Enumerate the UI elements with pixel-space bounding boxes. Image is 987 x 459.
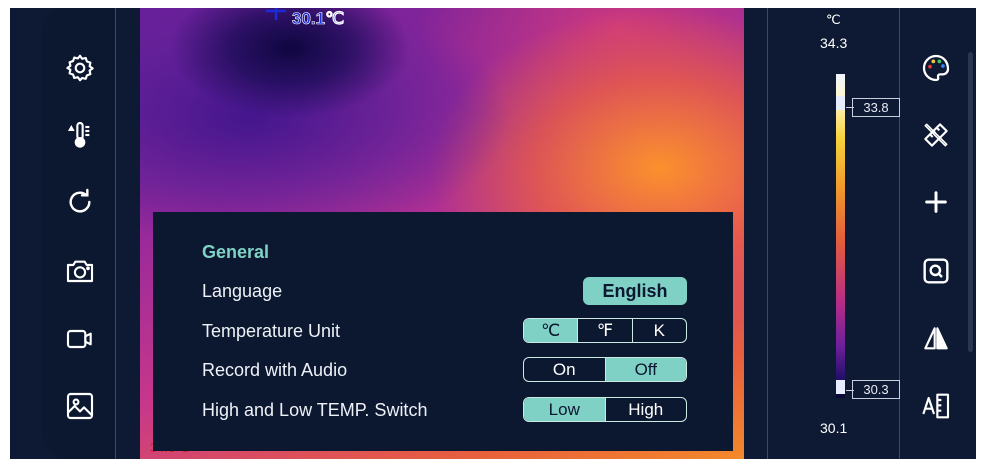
scale-max-value: 34.3 xyxy=(820,35,848,51)
range-option-high[interactable]: High xyxy=(604,398,687,421)
temp-range-toggle: Low High xyxy=(523,397,687,422)
cursor-temperature: 30.1℃ xyxy=(292,9,345,29)
settings-panel: General Language English Temperature Uni… xyxy=(153,212,733,451)
record-audio-label: Record with Audio xyxy=(202,360,348,380)
temperature-unit-label: Temperature Unit xyxy=(202,321,341,341)
lower-range-handle[interactable] xyxy=(836,380,845,394)
refresh-icon[interactable] xyxy=(62,184,98,220)
gallery-icon[interactable] xyxy=(62,388,98,424)
video-record-icon[interactable] xyxy=(62,321,98,357)
scale-unit: ℃ xyxy=(826,12,841,27)
text-overlay-icon[interactable] xyxy=(918,388,954,424)
range-option-low[interactable]: Low xyxy=(524,398,605,421)
camera-icon[interactable] xyxy=(62,253,98,289)
temperature-scale-panel: ℃ 34.3 33.8 30.3 30.1 xyxy=(767,8,900,459)
lower-range-value: 30.3 xyxy=(852,380,900,399)
audio-option-on[interactable]: On xyxy=(524,358,605,381)
record-audio-toggle: On Off xyxy=(523,357,687,382)
mirror-flip-icon[interactable] xyxy=(918,321,954,357)
language-select-button[interactable]: English xyxy=(583,277,687,305)
right-toolbar xyxy=(901,8,976,459)
temperature-alarm-icon[interactable] xyxy=(62,117,98,153)
cursor-crosshair-icon xyxy=(266,8,286,20)
section-title: General xyxy=(202,242,270,262)
scale-min-value: 30.1 xyxy=(820,420,848,436)
unit-option-fahrenheit[interactable]: ℉ xyxy=(577,319,631,342)
audio-option-off[interactable]: Off xyxy=(604,358,686,381)
palette-icon[interactable] xyxy=(918,50,954,86)
ruler-measure-icon[interactable] xyxy=(918,117,954,153)
temperature-unit-selector: ℃ ℉ K xyxy=(523,318,687,343)
temp-switch-label: High and Low TEMP. Switch xyxy=(202,400,428,420)
settings-gear-icon[interactable] xyxy=(62,50,98,86)
add-point-icon[interactable] xyxy=(918,184,954,220)
scrollbar[interactable] xyxy=(968,52,973,352)
upper-range-handle[interactable] xyxy=(836,96,845,110)
language-label: Language xyxy=(202,281,283,301)
left-toolbar xyxy=(42,8,116,459)
unit-option-kelvin[interactable]: K xyxy=(631,319,686,342)
color-scale-bar xyxy=(836,74,845,398)
unit-option-celsius[interactable]: ℃ xyxy=(524,319,578,342)
zoom-icon[interactable] xyxy=(918,253,954,289)
upper-range-value: 33.8 xyxy=(852,98,900,117)
app-frame: 30.1℃ 34.3°C General Language English Te… xyxy=(10,8,976,459)
